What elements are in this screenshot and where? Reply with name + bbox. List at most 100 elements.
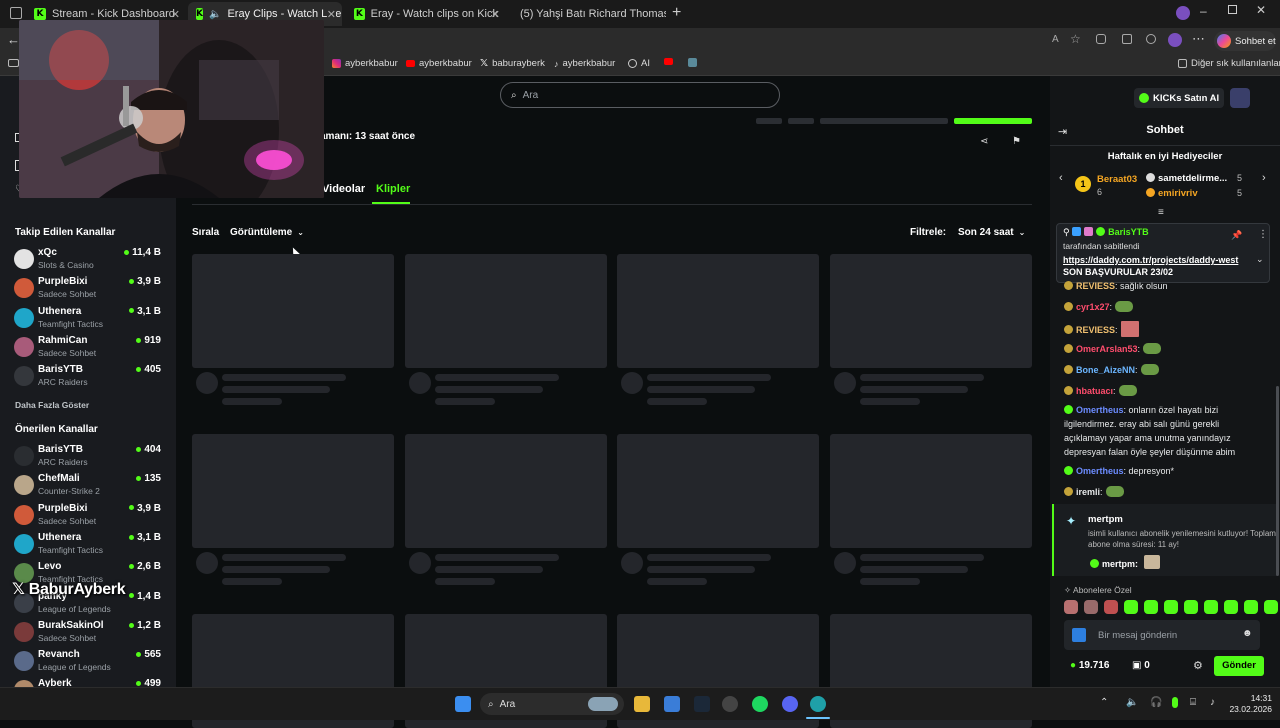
tray-chevron-icon[interactable]: ⌃	[1100, 697, 1108, 708]
show-more-link[interactable]: Daha Fazla Göster	[15, 400, 89, 410]
clip-card-placeholder[interactable]	[192, 434, 394, 548]
favorites-icon[interactable]	[1122, 34, 1132, 44]
spotify-icon[interactable]	[752, 696, 768, 712]
emote[interactable]	[1144, 600, 1158, 614]
favorite-star-icon[interactable]: ☆	[1070, 32, 1081, 46]
close-window-icon[interactable]: ✕	[1256, 3, 1266, 17]
headset-icon[interactable]: 🎧	[1150, 697, 1162, 708]
sidebar-channel-item[interactable]: BarisYTB ARC Raiders 404	[14, 444, 164, 472]
microphone-icon[interactable]	[1172, 697, 1178, 708]
tab-clips[interactable]: Klipler	[376, 183, 410, 195]
chat-username[interactable]: hbatuacı	[1076, 386, 1113, 396]
sidebar-channel-item[interactable]: BurakSakinOl Sadece Sohbet 1,2 B	[14, 620, 164, 648]
app-icon[interactable]	[722, 696, 738, 712]
profile-avatar[interactable]	[1176, 6, 1190, 20]
new-tab-icon[interactable]: +	[672, 4, 681, 22]
search-input[interactable]: Ara	[523, 90, 539, 101]
emote[interactable]	[1184, 600, 1198, 614]
sidebar-channel-item[interactable]: Revanch League of Legends 565	[14, 649, 164, 677]
filter-dropdown[interactable]: Son 24 saat ⌄	[952, 222, 1031, 242]
chat-input-placeholder[interactable]: Bir mesaj gönderin	[1098, 630, 1177, 641]
sidebar-channel-item[interactable]: RahmiCan Sadece Sohbet 919	[14, 335, 164, 363]
buy-kicks-button[interactable]: KICKs Satın Al	[1134, 88, 1224, 108]
bookmark-app[interactable]	[688, 58, 697, 67]
chat-username[interactable]: iremli	[1076, 487, 1100, 497]
tab-eray-watch-clips[interactable]: K Eray - Watch clips on Kick ✕	[346, 2, 506, 26]
bookmark-ai[interactable]: AI	[628, 58, 650, 69]
action-button-placeholder[interactable]	[820, 118, 948, 124]
chat-username[interactable]: OmerArslan53	[1076, 344, 1138, 354]
sidebar-channel-item[interactable]: BarisYTB ARC Raiders 405	[14, 364, 164, 392]
sidebar-channel-item[interactable]: Uthenera Teamfight Tactics 3,1 B	[14, 532, 164, 560]
taskbar-search[interactable]: ⌕ Ara	[480, 693, 624, 715]
emote[interactable]	[1244, 600, 1258, 614]
sub-user[interactable]: mertpm	[1088, 514, 1123, 525]
pin-icon[interactable]: 📌	[1231, 230, 1242, 241]
user-avatar[interactable]	[1230, 88, 1250, 108]
steam-icon[interactable]	[694, 696, 710, 712]
clip-card-placeholder[interactable]	[830, 434, 1032, 548]
file-explorer-icon[interactable]	[634, 696, 650, 712]
sidebar-channel-item[interactable]: PurpleBixi Sadece Sohbet 3,9 B	[14, 276, 164, 304]
sidebar-channel-item[interactable]: ChefMali Counter-Strike 2 135	[14, 473, 164, 501]
windows-start-icon[interactable]	[455, 696, 471, 712]
emote[interactable]	[1104, 600, 1118, 614]
bookmark-instagram[interactable]: ayberkbabur	[332, 58, 398, 69]
emote[interactable]	[1084, 600, 1098, 614]
account-avatar[interactable]	[1168, 33, 1182, 47]
gifter-3[interactable]: emirivriv	[1146, 188, 1198, 199]
chat-input[interactable]: Bir mesaj gönderin ☻	[1064, 620, 1260, 650]
sort-dropdown[interactable]: Görüntüleme ⌄	[224, 222, 310, 242]
report-icon[interactable]: ⚑	[1012, 136, 1021, 147]
settings-gear-icon[interactable]: ⚙	[1193, 659, 1203, 672]
clip-card-placeholder[interactable]	[830, 254, 1032, 368]
bookmark-folder-icon[interactable]	[8, 59, 19, 67]
emote[interactable]	[1204, 600, 1218, 614]
sidebar-channel-item[interactable]: PurpleBixi Sadece Sohbet 3,9 B	[14, 503, 164, 531]
emote[interactable]	[1124, 600, 1138, 614]
copilot-button[interactable]: Sohbet et	[1214, 31, 1276, 51]
chevron-down-icon[interactable]: ⌄	[1256, 254, 1264, 265]
clock[interactable]: 14:31 23.02.2026	[1228, 693, 1272, 715]
tab-actions-icon[interactable]	[10, 7, 22, 19]
tab-youtube[interactable]: (5) Yahşi Batı Richard Thomas - Yo	[506, 2, 666, 26]
discord-icon[interactable]	[782, 696, 798, 712]
chat-username[interactable]: Omertheus	[1076, 466, 1124, 476]
close-tab-icon[interactable]: ✕	[171, 8, 180, 21]
bookmark-youtube[interactable]: ayberkbabur	[406, 58, 472, 69]
emote[interactable]	[1164, 600, 1178, 614]
maximize-icon[interactable]	[1228, 5, 1237, 14]
emote[interactable]	[1064, 600, 1078, 614]
emote[interactable]	[1264, 600, 1278, 614]
clip-card-placeholder[interactable]	[192, 254, 394, 368]
tab-videos[interactable]: Videolar	[322, 183, 365, 195]
edge-icon[interactable]	[810, 696, 826, 712]
chat-username[interactable]: Bone_AizeNN	[1076, 365, 1135, 375]
search-bar[interactable]: ⌕ Ara	[500, 82, 780, 108]
speaker-icon[interactable]: 🔈	[1126, 697, 1138, 708]
chat-username[interactable]: REVIESS	[1076, 325, 1115, 335]
close-tab-icon[interactable]: ✕	[326, 7, 336, 21]
follow-button[interactable]	[954, 118, 1032, 124]
network-icon[interactable]: ⌸	[1190, 697, 1196, 708]
gifter-name[interactable]: Beraat03	[1097, 174, 1137, 185]
gifter-2[interactable]: sametdelirme...	[1146, 173, 1227, 184]
history-icon[interactable]	[1146, 34, 1156, 44]
minimize-icon[interactable]: –	[1200, 4, 1207, 18]
bookmark-youtube-2[interactable]	[664, 58, 673, 65]
clip-card-placeholder[interactable]	[617, 434, 819, 548]
clip-card-placeholder[interactable]	[405, 434, 607, 548]
clip-card-placeholder[interactable]	[617, 254, 819, 368]
chat-username[interactable]: cyr1x27	[1076, 302, 1110, 312]
volume-icon[interactable]: ♪	[1210, 697, 1215, 708]
action-button-placeholder[interactable]	[756, 118, 782, 124]
expand-icon[interactable]: ≡	[1158, 207, 1164, 218]
more-options-icon[interactable]: ⋯	[1192, 31, 1205, 47]
gifts-display[interactable]: ▣ 0	[1132, 660, 1150, 671]
clip-card-placeholder[interactable]	[405, 254, 607, 368]
chat-username[interactable]: REVIESS	[1076, 281, 1115, 291]
bookmark-x[interactable]: 𝕏 baburayberk	[480, 58, 545, 69]
close-tab-icon[interactable]: ✕	[491, 8, 500, 21]
action-button-placeholder[interactable]	[788, 118, 814, 124]
emoji-icon[interactable]: ☻	[1242, 628, 1253, 639]
